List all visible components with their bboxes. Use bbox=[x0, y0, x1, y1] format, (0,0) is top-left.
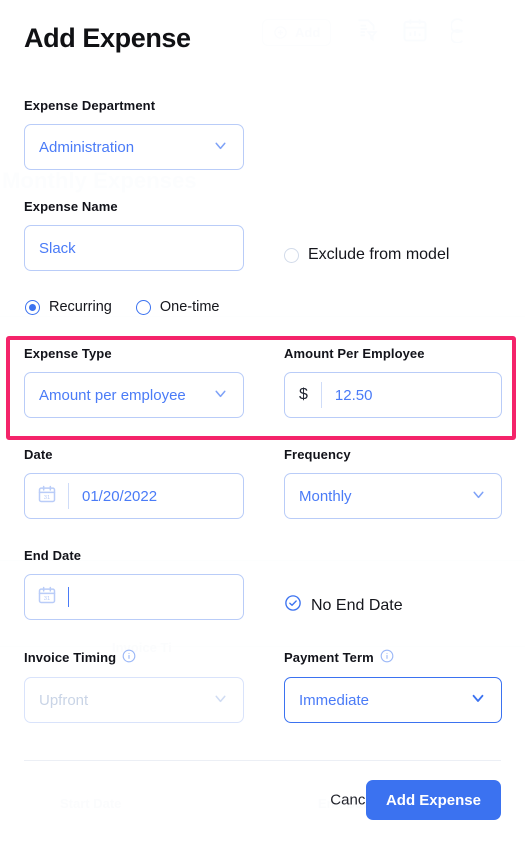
invoice-timing-select[interactable]: Upfront bbox=[24, 677, 244, 723]
radio-unchecked-icon bbox=[284, 247, 299, 263]
info-icon[interactable] bbox=[380, 649, 394, 666]
amount-per-employee-label: Amount Per Employee bbox=[284, 346, 425, 361]
add-expense-button[interactable]: Add Expense bbox=[365, 780, 501, 820]
radio-unchecked-icon bbox=[135, 299, 151, 315]
billing-mode-radio-group: Recurring One-time bbox=[25, 299, 220, 315]
frequency-select[interactable]: Monthly bbox=[284, 473, 502, 519]
invoice-timing-label: Invoice Timing bbox=[24, 649, 244, 666]
exclude-from-model-option[interactable]: Exclude from model bbox=[284, 246, 449, 264]
field-frequency: Frequency Monthly bbox=[284, 447, 502, 519]
input-divider bbox=[320, 382, 322, 408]
footer-divider bbox=[24, 760, 501, 761]
expense-name-input[interactable]: Slack bbox=[24, 225, 244, 271]
field-expense-name: Expense Name Slack bbox=[24, 199, 244, 271]
input-divider bbox=[68, 483, 69, 509]
chevron-down-icon bbox=[469, 689, 487, 711]
chevron-down-icon bbox=[212, 690, 229, 711]
chevron-down-icon bbox=[470, 486, 487, 507]
exclude-from-model-label: Exclude from model bbox=[308, 246, 450, 263]
expense-type-label: Expense Type bbox=[24, 346, 112, 361]
amount-per-employee-value: 12.50 bbox=[334, 386, 373, 404]
billing-mode-option-recurring[interactable]: Recurring bbox=[25, 299, 112, 315]
frequency-label: Frequency bbox=[284, 447, 351, 462]
svg-text:31: 31 bbox=[44, 596, 50, 602]
payment-term-label-text: Payment Term bbox=[284, 650, 374, 665]
add-expense-modal: Add Expense Expense Department Administr… bbox=[0, 0, 525, 850]
field-end-date: End Date 31 bbox=[24, 548, 244, 620]
field-payment-term: Payment Term Immediate bbox=[284, 649, 502, 723]
date-value: 01/20/2022 bbox=[82, 487, 158, 505]
expense-name-value: Slack bbox=[39, 239, 76, 257]
calendar-icon: 31 bbox=[37, 585, 57, 609]
invoice-timing-label-text: Invoice Timing bbox=[24, 650, 117, 665]
page-title: Add Expense bbox=[24, 23, 191, 53]
no-end-date-option[interactable]: No End Date bbox=[284, 594, 403, 617]
expense-department-select[interactable]: Administration bbox=[24, 124, 244, 170]
calendar-icon: 31 bbox=[37, 484, 57, 508]
billing-mode-recurring-label: Recurring bbox=[49, 299, 112, 315]
field-expense-type: Expense Type Amount per employee bbox=[24, 346, 244, 418]
svg-text:31: 31 bbox=[44, 495, 50, 501]
field-invoice-timing: Invoice Timing Upfront bbox=[24, 649, 244, 723]
chevron-down-icon bbox=[212, 137, 229, 158]
chevron-down-icon bbox=[212, 385, 229, 406]
expense-department-value: Administration bbox=[39, 138, 135, 156]
invoice-timing-value: Upfront bbox=[39, 691, 89, 709]
payment-term-label: Payment Term bbox=[284, 649, 502, 666]
end-date-label: End Date bbox=[24, 548, 82, 563]
no-end-date-label: No End Date bbox=[311, 596, 403, 614]
expense-type-value: Amount per employee bbox=[39, 386, 186, 404]
payment-term-value: Immediate bbox=[299, 691, 370, 709]
field-expense-department: Expense Department Administration bbox=[24, 98, 244, 170]
check-circle-icon bbox=[284, 594, 302, 617]
billing-mode-one-time-label: One-time bbox=[159, 299, 220, 315]
payment-term-select[interactable]: Immediate bbox=[284, 677, 502, 723]
date-label: Date bbox=[24, 447, 53, 462]
billing-mode-option-one-time[interactable]: One-time bbox=[135, 299, 220, 315]
amount-per-employee-input[interactable]: $ 12.50 bbox=[284, 372, 502, 418]
field-date: Date 31 01/20/2022 bbox=[24, 447, 244, 519]
date-input[interactable]: 31 01/20/2022 bbox=[24, 473, 244, 519]
info-icon[interactable] bbox=[122, 649, 136, 666]
text-cursor bbox=[68, 587, 69, 607]
expense-type-select[interactable]: Amount per employee bbox=[24, 372, 244, 418]
add-expense-screen: Add Monthly Expenses Start Date End Date… bbox=[0, 0, 525, 850]
currency-symbol: $ bbox=[299, 386, 308, 403]
radio-checked-icon bbox=[25, 299, 40, 315]
end-date-input[interactable]: 31 bbox=[24, 574, 244, 620]
expense-department-label: Expense Department bbox=[24, 98, 156, 113]
field-amount-per-employee: Amount Per Employee $ 12.50 bbox=[284, 346, 502, 418]
expense-name-label: Expense Name bbox=[24, 199, 118, 214]
frequency-value: Monthly bbox=[299, 487, 352, 505]
